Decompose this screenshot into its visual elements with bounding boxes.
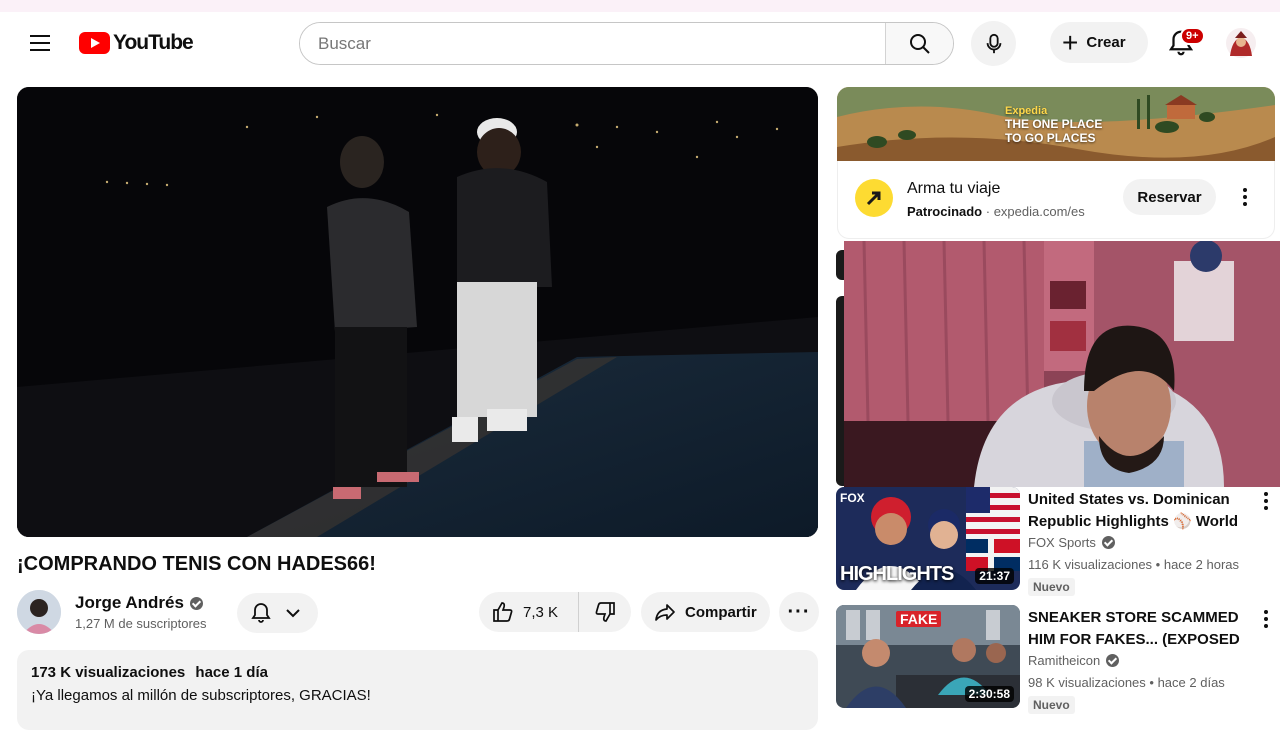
ad-domain: expedia.com/es (993, 204, 1085, 219)
share-label: Compartir (685, 603, 757, 621)
ad-banner-tagline-2: TO GO PLACES (1005, 131, 1096, 145)
video-player[interactable] (17, 87, 818, 537)
like-dislike-group: 7,3 K (479, 592, 631, 632)
subscribe-notifications-button[interactable] (237, 593, 318, 633)
verified-icon (1101, 536, 1115, 549)
youtube-play-icon (79, 32, 110, 54)
create-button[interactable]: + Crear (1050, 22, 1148, 63)
related-view-count: 116 K visualizaciones (1028, 557, 1153, 572)
verified-icon (1106, 654, 1120, 667)
dislike-button[interactable] (579, 600, 631, 624)
browser-top-strip (0, 0, 1280, 12)
related-more-icon[interactable] (1256, 489, 1276, 513)
thumbs-down-icon (595, 602, 615, 622)
related-view-count: 98 K visualizaciones (1028, 675, 1146, 690)
subscriber-count: 1,27 M de suscriptores (75, 616, 207, 631)
menu-icon[interactable] (24, 30, 56, 56)
video-duration: 21:37 (975, 568, 1014, 584)
microphone-icon (986, 33, 1001, 53)
fake-label: FAKE (896, 611, 942, 627)
description-meta: 173 K visualizaciones hace 1 día (31, 664, 804, 681)
search-input[interactable] (300, 23, 885, 64)
expedia-logo-icon (855, 179, 893, 217)
notification-count-badge: 9+ (1180, 27, 1205, 45)
video-duration: 2:30:58 (964, 686, 1014, 702)
logo-text: YouTube (113, 31, 194, 54)
bell-icon (251, 603, 271, 623)
more-horizontal-icon: ··· (787, 600, 811, 623)
ad-banner-caption: Expedia THE ONE PLACE TO GO PLACES (1005, 105, 1102, 145)
ad-banner-image[interactable]: Expedia THE ONE PLACE TO GO PLACES (837, 87, 1275, 161)
sponsored-ad-card[interactable]: Expedia THE ONE PLACE TO GO PLACES Arma … (837, 87, 1275, 239)
channel-avatar[interactable] (17, 590, 61, 634)
like-count: 7,3 K (523, 603, 559, 621)
share-button[interactable]: Compartir (641, 592, 770, 632)
more-actions-button[interactable]: ··· (779, 592, 819, 632)
related-video-meta: 116 K visualizaciones • hace 2 horas (1028, 557, 1240, 572)
related-video-channel[interactable]: FOX Sports (1028, 535, 1115, 550)
verified-icon (189, 596, 203, 610)
thumbnail-overlay-text: HIGHLIGHTS (840, 563, 954, 585)
search-box (299, 22, 954, 65)
ad-cta-button[interactable]: Reservar (1123, 179, 1216, 215)
related-video-channel[interactable]: Ramitheicon (1028, 653, 1120, 668)
related-video-meta: 98 K visualizaciones • hace 2 días (1028, 675, 1225, 690)
chevron-down-icon (286, 609, 300, 618)
youtube-logo[interactable]: YouTube (79, 31, 194, 55)
related-video-title: SNEAKER STORE SCAMMED HIM FOR FAKES... (… (1028, 609, 1240, 648)
voice-search-button[interactable] (971, 21, 1016, 66)
webcam-overlay (844, 241, 1280, 487)
ad-more-icon[interactable] (1235, 185, 1255, 209)
share-icon (655, 604, 675, 621)
related-video-thumbnail[interactable]: FOX HIGHLIGHTS 21:37 (836, 487, 1020, 590)
view-count: 173 K visualizaciones (31, 664, 186, 681)
new-badge: Nuevo (1028, 578, 1075, 596)
related-age: hace 2 horas (1163, 557, 1240, 572)
related-video-item[interactable]: FAKE 2:30:58 SNEAKER STORE SCAMMED HIM F… (836, 605, 1280, 714)
fox-brand-text: FOX (840, 491, 865, 505)
related-more-icon[interactable] (1256, 607, 1276, 631)
new-badge: Nuevo (1028, 696, 1075, 714)
masthead: YouTube + Crear 9+ (0, 12, 1280, 74)
description-box[interactable]: 173 K visualizaciones hace 1 día ¡Ya lle… (17, 650, 818, 730)
search-button[interactable] (885, 23, 953, 64)
ad-sponsor-line: Patrocinado · expedia.com/es (907, 204, 1085, 219)
like-button[interactable]: 7,3 K (479, 592, 579, 632)
related-video-title: United States vs. Dominican Republic Hig… (1028, 491, 1239, 530)
related-video-item[interactable]: FOX HIGHLIGHTS 21:37 United States vs. D… (836, 487, 1280, 596)
video-frame (17, 87, 818, 537)
related-video-thumbnail[interactable]: FAKE 2:30:58 (836, 605, 1020, 708)
related-age: hace 2 días (1157, 675, 1225, 690)
channel-name-text: Jorge Andrés (75, 593, 184, 612)
related-channel-name: Ramitheicon (1028, 653, 1101, 668)
video-title: ¡COMPRANDO TENIS CON HADES66! (17, 553, 376, 575)
plus-icon: + (1062, 26, 1079, 58)
thumbs-up-icon (493, 602, 513, 622)
description-text: ¡Ya llegamos al millón de subscriptores,… (31, 687, 371, 704)
create-label: Crear (1086, 34, 1126, 51)
account-avatar[interactable] (1226, 28, 1256, 58)
search-icon (909, 33, 930, 54)
channel-name[interactable]: Jorge Andrés (75, 593, 203, 613)
ad-banner-tagline-1: THE ONE PLACE (1005, 117, 1103, 131)
ad-banner-brand: Expedia (1005, 105, 1048, 117)
sponsored-label: Patrocinado (907, 204, 983, 219)
upload-age: hace 1 día (195, 664, 268, 681)
related-channel-name: FOX Sports (1028, 535, 1096, 550)
ad-title: Arma tu viaje (907, 180, 1001, 197)
